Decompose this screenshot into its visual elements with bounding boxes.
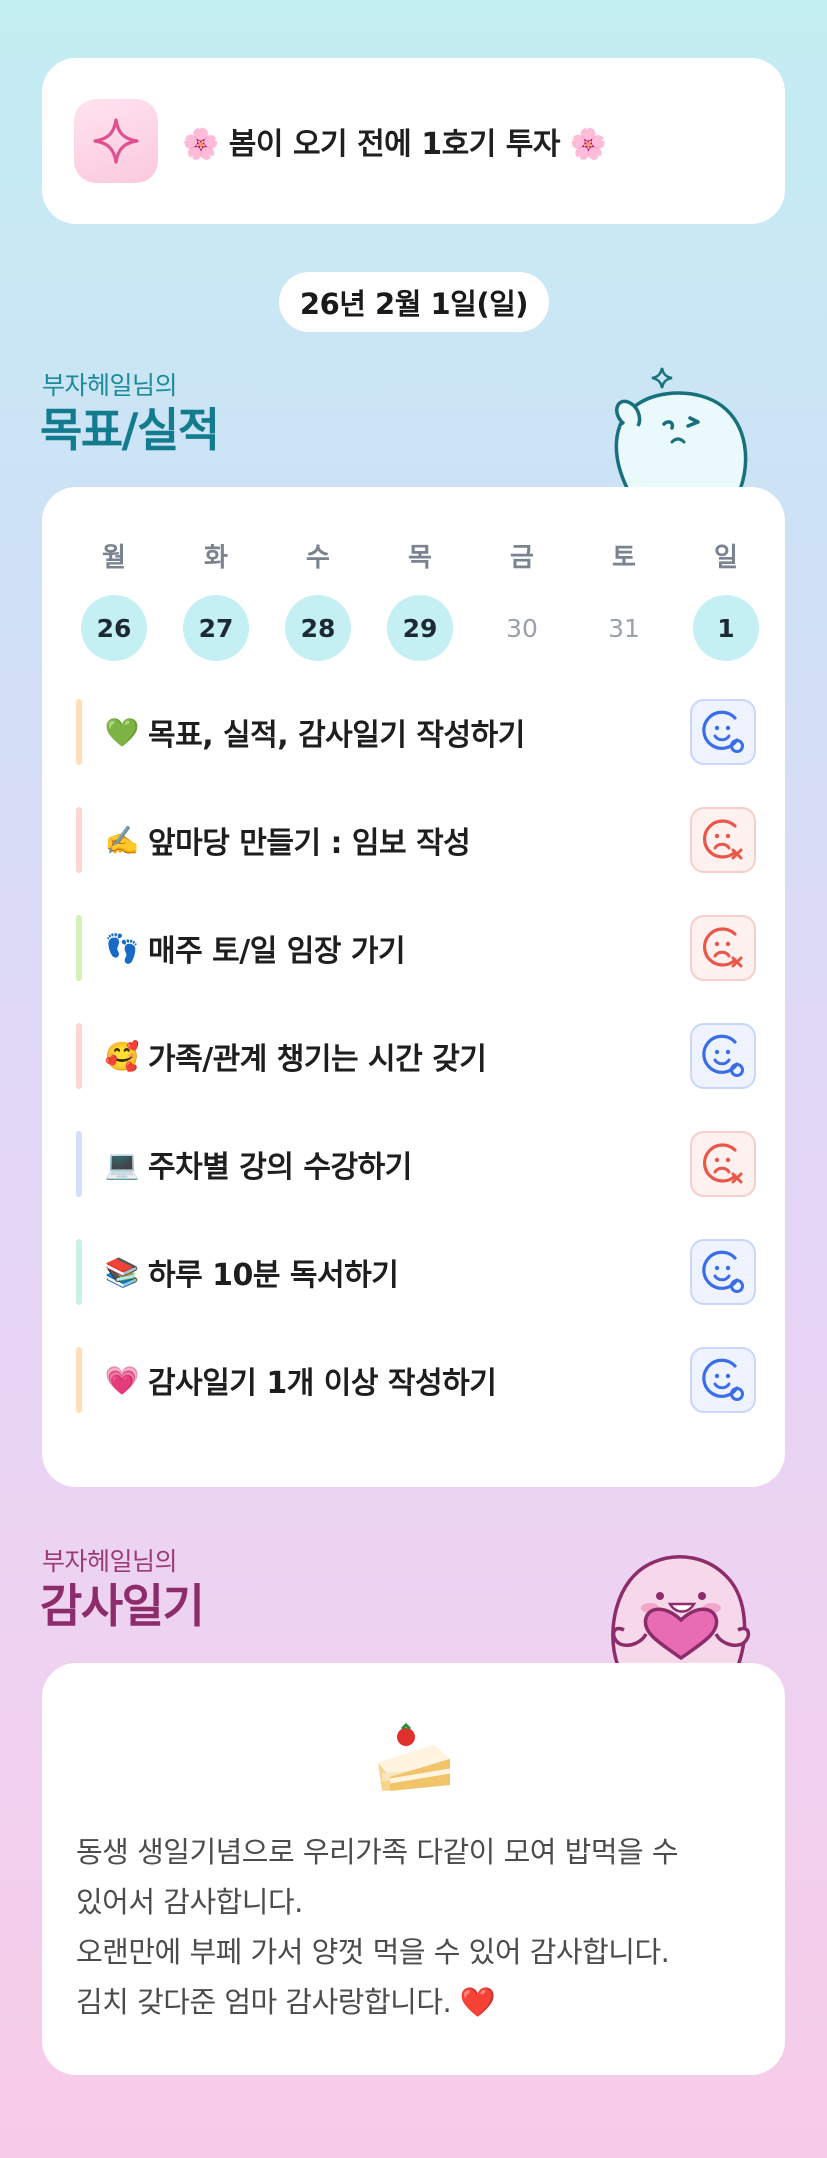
goal-color-bar [76,915,82,981]
goal-text: 주차별 강의 수강하기 [148,1150,412,1185]
goal-text: 하루 10분 독서하기 [148,1258,399,1293]
goal-text: 감사일기 1개 이상 작성하기 [148,1366,497,1401]
goal-color-bar [76,807,82,873]
goal-emoji-icon: 💚 [104,715,140,749]
goal-item[interactable]: ✍️ 앞마당 만들기 : 임보 작성 [76,807,756,873]
gratitude-line: 동생 생일기념으로 우리가족 다같이 모여 밥먹을 수 [76,1835,679,1869]
status-frown-icon[interactable] [690,807,756,873]
goal-emoji-icon: 💗 [104,1363,140,1397]
goal-text: 매주 토/일 임장 가기 [148,934,406,969]
calendar-day[interactable]: 30 [489,595,555,661]
status-smile-icon[interactable] [690,1239,756,1305]
weekday-label: 목 [408,543,432,573]
goal-item[interactable]: 💻 주차별 강의 수강하기 [76,1131,756,1197]
gratitude-line: 김치 갖다준 엄마 감사랑합니다. ❤️ [76,1985,496,2019]
goals-card: 월 화 수 목 금 토 일 26 27 28 29 30 31 1 💚 목표, 실… [42,487,785,1487]
goal-emoji-icon: 🥰 [104,1039,140,1073]
goal-title: 🌸 봄이 오기 전에 1호기 투자 🌸 [182,127,607,162]
goal-color-bar [76,1023,82,1089]
calendar-day[interactable]: 31 [591,595,657,661]
thanks-section-title: 감사일기 [40,1579,205,1633]
date-row: 26 27 28 29 30 31 1 [42,595,785,663]
goal-emoji-icon: 👣 [104,931,140,965]
goal-color-bar [76,1239,82,1305]
calendar-day[interactable]: 27 [183,595,249,661]
weekday-label: 월 [102,543,126,573]
goal-color-bar [76,699,82,765]
status-frown-icon[interactable] [690,1131,756,1197]
goal-text: 앞마당 만들기 : 임보 작성 [148,826,471,861]
gratitude-journal-card: 동생 생일기념으로 우리가족 다같이 모여 밥먹을 수 있어서 감사합니다. 오… [42,1663,785,2075]
mascot-character [611,1555,751,1666]
sparkle-icon [74,99,158,183]
goals-section-title: 목표/실적 [40,403,220,457]
calendar-day[interactable]: 26 [81,595,147,661]
mascot-character [614,367,748,490]
calendar-day[interactable]: 1 [693,595,759,661]
status-smile-icon[interactable] [690,1347,756,1413]
gratitude-line: 있어서 감사합니다. [76,1885,303,1919]
gratitude-line: 오랜만에 부페 가서 양껏 먹을 수 있어 감사합니다. [76,1935,670,1969]
goal-item[interactable]: 💚 목표, 실적, 감사일기 작성하기 [76,699,756,765]
cake-icon [378,1722,451,1791]
status-smile-icon[interactable] [690,1023,756,1089]
status-frown-icon[interactable] [690,915,756,981]
calendar-day[interactable]: 28 [285,595,351,661]
goal-emoji-icon: 📚 [104,1255,140,1289]
weekday-label: 금 [510,543,534,573]
goal-emoji-icon: 💻 [104,1147,140,1181]
goal-item[interactable]: 👣 매주 토/일 임장 가기 [76,915,756,981]
goal-text: 목표, 실적, 감사일기 작성하기 [148,718,525,753]
goal-item[interactable]: 💗 감사일기 1개 이상 작성하기 [76,1347,756,1413]
goal-item[interactable]: 🥰 가족/관계 챙기는 시간 갖기 [76,1023,756,1089]
goal-color-bar [76,1347,82,1413]
status-smile-icon[interactable] [690,699,756,765]
weekday-row: 월 화 수 목 금 토 일 [42,537,785,577]
weekday-label: 수 [306,543,330,573]
weekday-label: 토 [612,543,636,573]
calendar-day[interactable]: 29 [387,595,453,661]
weekday-label: 일 [714,543,738,573]
gratitude-text: 동생 생일기념으로 우리가족 다같이 모여 밥먹을 수 있어서 감사합니다. 오… [76,1827,756,2027]
goal-color-bar [76,1131,82,1197]
goal-title-card: 🌸 봄이 오기 전에 1호기 투자 🌸 [42,58,785,224]
date-label: 26년 2월 1일(일) [279,272,549,332]
weekday-label: 화 [204,543,228,573]
goal-emoji-icon: ✍️ [104,823,140,857]
goal-item[interactable]: 📚 하루 10분 독서하기 [76,1239,756,1305]
goal-text: 가족/관계 챙기는 시간 갖기 [148,1042,487,1077]
